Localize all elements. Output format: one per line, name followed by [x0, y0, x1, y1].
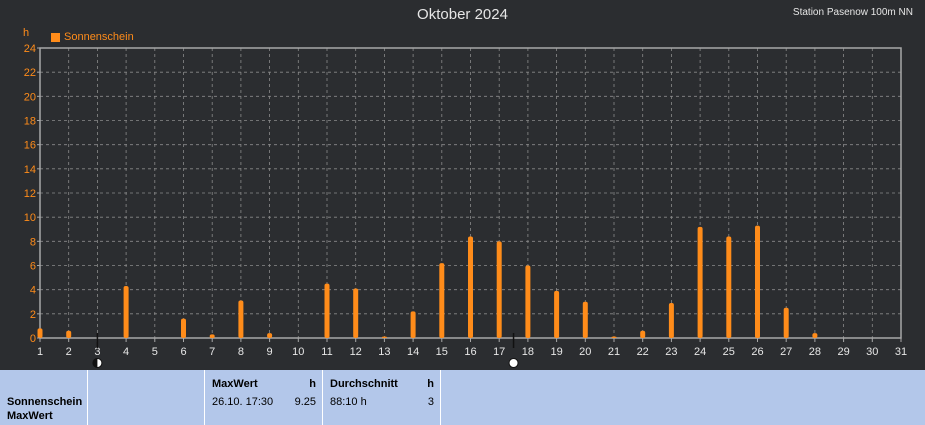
row-label-sunshine: Sonnenschein — [7, 396, 83, 408]
chart-title: Oktober 2024 — [417, 6, 508, 23]
y-tick-labels: 024681012141618202224 — [24, 43, 40, 345]
bar — [611, 336, 617, 338]
x-tick-label: 14 — [407, 346, 419, 358]
x-tick-label: 20 — [579, 346, 591, 358]
summary-avg-column: Durchschnitt h 88:10 h 3 — [323, 370, 441, 425]
x-tick-label: 21 — [608, 346, 620, 358]
max-unit: h — [309, 378, 316, 390]
avg-unit: h — [427, 378, 434, 390]
bar — [267, 333, 273, 338]
x-tick-label: 10 — [292, 346, 304, 358]
y-tick-label: 20 — [24, 91, 36, 103]
summary-row-labels: Sonnenschein MaxWert — [0, 370, 88, 425]
x-tick-label: 23 — [665, 346, 677, 358]
x-tick-label: 25 — [723, 346, 735, 358]
bar — [554, 290, 560, 338]
x-tick-label: 6 — [180, 346, 186, 358]
avg-value: 88:10 h — [330, 396, 367, 408]
legend-swatch — [51, 32, 60, 42]
avg-header: Durchschnitt — [330, 378, 398, 390]
bar — [123, 286, 129, 338]
station-label: Station Pasenow 100m NN — [792, 7, 913, 18]
x-tick-label: 1 — [37, 346, 43, 358]
y-tick-label: 22 — [24, 67, 36, 79]
bar — [525, 265, 531, 338]
bar — [66, 330, 72, 338]
bar — [582, 301, 588, 338]
y-tick-label: 6 — [30, 261, 36, 273]
max-value: 9.25 — [294, 396, 316, 408]
bar — [496, 241, 502, 338]
sunshine-chart: 024681012141618202224 1 2 3 4 5 6 7 8 9 10 11 12 13 1… — [24, 43, 907, 368]
x-tick-label: 29 — [837, 346, 849, 358]
x-tick-label: 18 — [522, 346, 534, 358]
y-tick-label: 16 — [24, 140, 36, 152]
x-tick-label: 19 — [550, 346, 562, 358]
bar — [668, 302, 674, 338]
bar — [209, 334, 215, 338]
max-time: 26.10. 17:30 — [212, 396, 274, 408]
y-tick-label: 2 — [30, 309, 36, 321]
x-tick-label: 24 — [694, 346, 706, 358]
chart-legend: Sonnenschein — [51, 31, 134, 43]
x-tick-label: 2 — [66, 346, 72, 358]
y-tick-label: 12 — [24, 188, 36, 200]
y-tick-label: 0 — [30, 333, 36, 345]
x-tick-label: 11 — [321, 346, 332, 358]
x-tick-label: 26 — [751, 346, 763, 358]
bar — [324, 283, 330, 338]
bar — [238, 300, 244, 338]
x-tick-label: 5 — [152, 346, 158, 358]
bar — [755, 225, 760, 338]
y-tick-label: 18 — [24, 116, 36, 128]
bar — [410, 311, 416, 338]
bar — [640, 330, 646, 338]
y-tick-label: 8 — [30, 236, 36, 248]
avg-count: 3 — [427, 396, 434, 408]
bar — [468, 236, 473, 338]
bar — [353, 288, 359, 338]
y-tick-label: 24 — [24, 43, 36, 55]
full-moon-icon — [508, 358, 519, 368]
bar — [726, 236, 732, 338]
x-tick-label: 15 — [436, 346, 448, 358]
bar — [439, 263, 445, 338]
x-tick-label: 31 — [895, 346, 907, 358]
x-tick-label: 13 — [378, 346, 390, 358]
max-header: MaxWert — [212, 378, 258, 390]
x-tick-label: 22 — [637, 346, 649, 358]
y-tick-label: 10 — [24, 212, 36, 224]
x-tick-label: 28 — [809, 346, 821, 358]
x-tick-label: 9 — [267, 346, 273, 358]
bar — [697, 226, 703, 338]
bar — [381, 336, 387, 338]
row-label-maxwert: MaxWert — [7, 410, 53, 422]
y-axis-unit: h — [23, 27, 30, 39]
legend-label: Sonnenschein — [64, 31, 134, 43]
y-tick-label: 14 — [24, 164, 36, 176]
x-tick-label: 16 — [464, 346, 476, 358]
bar — [37, 328, 43, 338]
x-tick-label: 27 — [780, 346, 792, 358]
x-tick-label: 30 — [866, 346, 878, 358]
x-tick-label: 8 — [238, 346, 244, 358]
summary-max-column: MaxWert h 26.10. 17:30 9.25 — [205, 370, 323, 425]
x-tick-label: 4 — [123, 346, 129, 358]
x-tick-labels: 1 2 3 4 5 6 7 8 9 10 11 12 13 14 15 16 17 18 19 20 21 22 23 24 2… — [37, 338, 907, 358]
y-tick-label: 4 — [30, 285, 36, 297]
summary-spacer — [88, 370, 205, 425]
x-tick-label: 17 — [493, 346, 505, 358]
bar — [181, 318, 186, 338]
x-tick-label: 7 — [209, 346, 215, 358]
bar — [812, 333, 818, 338]
summary-table: Sonnenschein MaxWert MaxWert h 26.10. 17… — [0, 370, 925, 425]
bar — [783, 307, 789, 338]
x-tick-label: 12 — [350, 346, 362, 358]
